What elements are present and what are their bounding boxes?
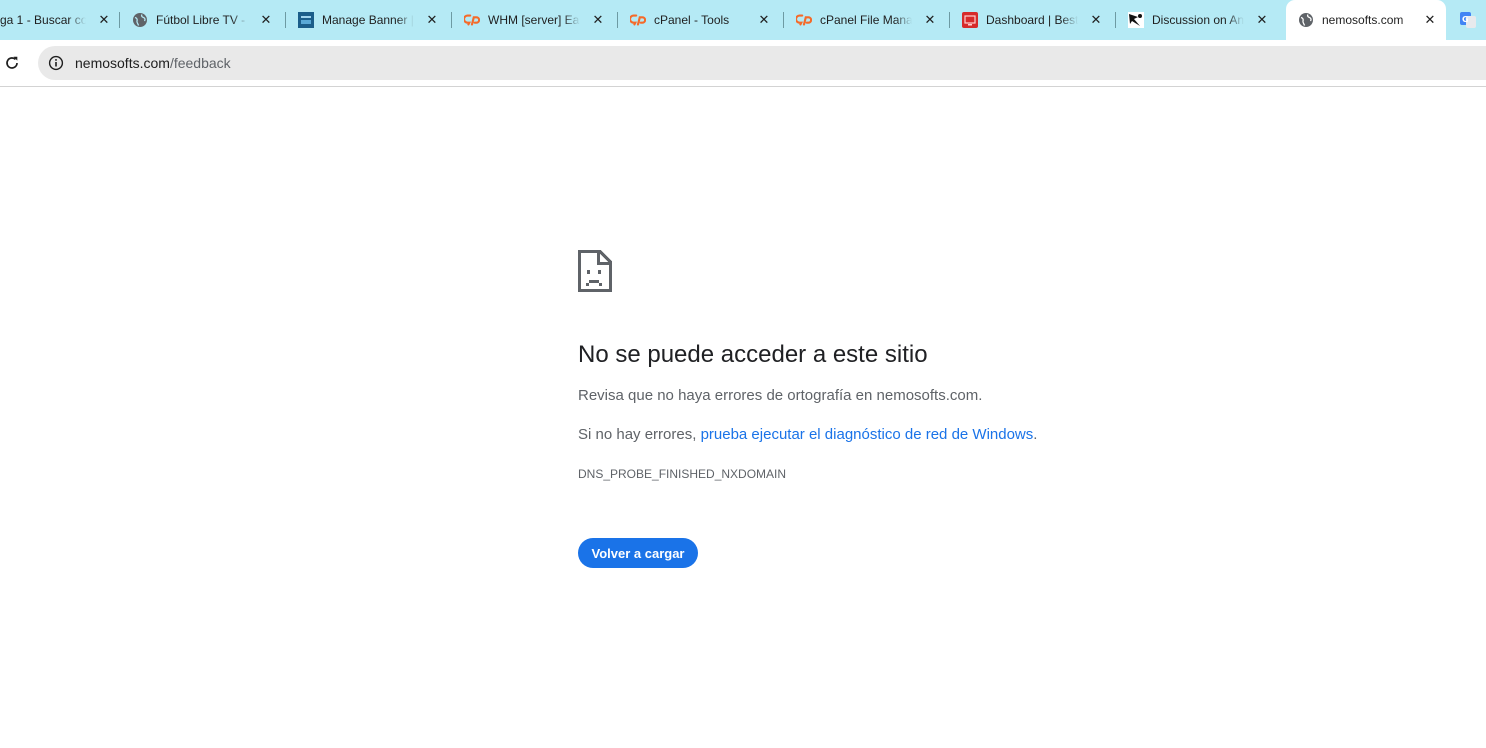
suggestion-prefix: Si no hay errores, xyxy=(578,426,701,443)
tab-title: nemosofts.com xyxy=(1322,13,1404,27)
tab-cpanel-file-manager[interactable]: cPanel File Manag ✕ xyxy=(784,0,950,40)
address-bar[interactable]: nemosofts.com/feedback xyxy=(38,46,1486,80)
tab-nemosofts[interactable]: nemosofts.com ✕ xyxy=(1286,0,1446,40)
url-text[interactable]: nemosofts.com/feedback xyxy=(75,55,231,71)
cpanel-icon xyxy=(464,12,480,28)
close-tab-icon[interactable]: ✕ xyxy=(1422,12,1438,28)
close-tab-icon[interactable]: ✕ xyxy=(1254,12,1270,28)
close-tab-icon[interactable]: ✕ xyxy=(1088,12,1104,28)
tab-title: cPanel - Tools xyxy=(654,13,730,27)
tab-title: Dashboard | Bestv xyxy=(986,13,1078,27)
close-tab-icon[interactable]: ✕ xyxy=(424,12,440,28)
error-title: No se puede acceder a este sitio xyxy=(578,341,928,368)
globe-icon xyxy=(1298,12,1314,28)
tab-title: Manage Banner | I xyxy=(322,13,414,27)
close-tab-icon[interactable]: ✕ xyxy=(258,12,274,28)
cpanel-icon xyxy=(796,12,812,28)
tab-title: Discussion on And xyxy=(1152,13,1244,27)
tab-google-translate[interactable]: G xyxy=(1452,0,1486,40)
cpanel-icon xyxy=(630,12,646,28)
error-suggestion-diagnostics: Si no hay errores, prueba ejecutar el di… xyxy=(578,425,1037,445)
tab-title: ga 1 - Buscar con xyxy=(0,13,86,27)
tab-title: Fútbol Libre TV - V xyxy=(156,13,248,27)
banner-site-icon xyxy=(298,12,314,28)
tab-strip: ga 1 - Buscar con ✕ Fútbol Libre TV - V … xyxy=(0,0,1486,40)
reload-icon[interactable] xyxy=(0,51,24,75)
tab-title: WHM [server] Eas xyxy=(488,13,580,27)
discussion-site-icon xyxy=(1128,12,1144,28)
close-tab-icon[interactable]: ✕ xyxy=(590,12,606,28)
sad-page-icon xyxy=(578,250,612,292)
svg-text:G: G xyxy=(1462,15,1469,24)
error-suggestion-spelling: Revisa que no haya errores de ortografía… xyxy=(578,387,983,404)
tab-whm[interactable]: WHM [server] Eas ✕ xyxy=(452,0,618,40)
site-info-icon[interactable] xyxy=(48,55,64,71)
close-tab-icon[interactable]: ✕ xyxy=(756,12,772,28)
close-tab-icon[interactable]: ✕ xyxy=(96,12,112,28)
google-translate-icon: G xyxy=(1460,12,1476,28)
network-diagnostics-link[interactable]: prueba ejecutar el diagnóstico de red de… xyxy=(701,426,1034,443)
globe-icon xyxy=(132,12,148,28)
dashboard-site-icon xyxy=(962,12,978,28)
tab-futbol-libre[interactable]: Fútbol Libre TV - V ✕ xyxy=(120,0,286,40)
tab-buscar[interactable]: ga 1 - Buscar con ✕ xyxy=(0,0,120,40)
url-host: nemosofts.com xyxy=(75,55,170,71)
tab-cpanel-tools[interactable]: cPanel - Tools ✕ xyxy=(618,0,784,40)
tab-title: cPanel File Manag xyxy=(820,13,912,27)
suggestion-suffix: . xyxy=(1033,426,1038,443)
tab-dashboard[interactable]: Dashboard | Bestv ✕ xyxy=(950,0,1116,40)
tab-manage-banner[interactable]: Manage Banner | I ✕ xyxy=(286,0,452,40)
toolbar: nemosofts.com/feedback xyxy=(0,40,1486,87)
tab-discussion[interactable]: Discussion on And ✕ xyxy=(1116,0,1282,40)
close-tab-icon[interactable]: ✕ xyxy=(922,12,938,28)
url-path: /feedback xyxy=(169,55,231,71)
error-code: DNS_PROBE_FINISHED_NXDOMAIN xyxy=(578,467,787,481)
reload-button[interactable]: Volver a cargar xyxy=(578,538,698,568)
